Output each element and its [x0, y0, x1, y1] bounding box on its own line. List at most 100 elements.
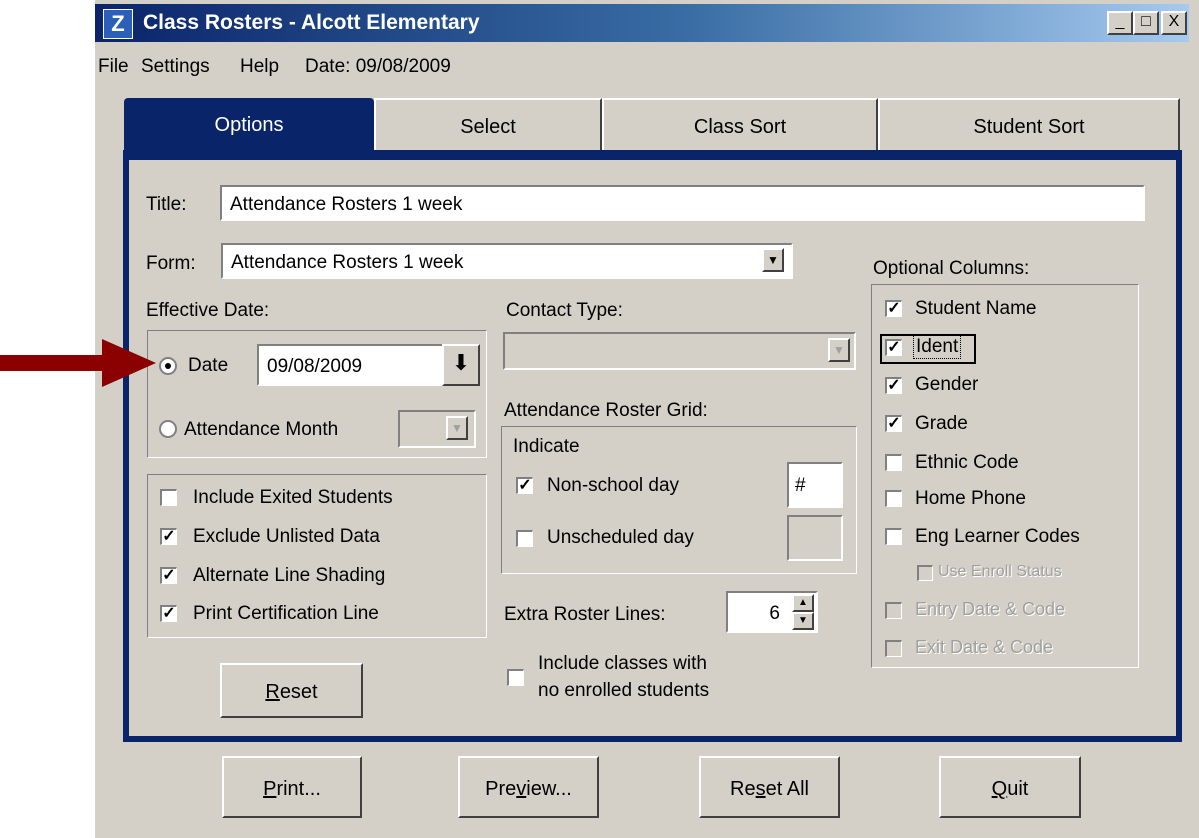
menu-file[interactable]: File: [98, 56, 129, 78]
tab-student-sort[interactable]: Student Sort: [878, 98, 1180, 152]
entry-date-code-label: Entry Date & Code: [915, 599, 1066, 619]
window-title: Class Rosters - Alcott Elementary: [143, 11, 480, 34]
grade-label: Grade: [915, 413, 968, 434]
exit-date-code-checkbox: [885, 640, 902, 657]
date-radio-label: Date: [188, 355, 229, 376]
non-school-symbol-value: #: [795, 475, 806, 496]
print-button-label: rint...: [276, 778, 321, 800]
include-exited-label: Include Exited Students: [193, 487, 393, 508]
reset-all-label-b: et All: [765, 778, 809, 800]
use-enroll-status-checkbox: [917, 565, 933, 581]
menu-settings[interactable]: Settings: [141, 56, 210, 78]
home-phone-label: Home Phone: [915, 488, 1026, 509]
grid-label: Attendance Roster Grid:: [504, 400, 708, 421]
include-exited-checkbox[interactable]: [160, 489, 177, 506]
menu-date: Date: 09/08/2009: [305, 56, 451, 77]
gender-label: Gender: [915, 374, 979, 395]
reset-button-label: eset: [279, 681, 318, 703]
non-school-day-label: Non-school day: [547, 475, 680, 496]
reset-access-key: R: [265, 681, 280, 703]
gender-checkbox[interactable]: ✓: [885, 377, 902, 394]
print-certification-label: Print Certification Line: [193, 603, 379, 624]
student-name-checkbox[interactable]: ✓: [885, 300, 902, 317]
reset-button[interactable]: Reset: [220, 663, 363, 718]
date-radio[interactable]: [159, 357, 177, 375]
date-input[interactable]: 09/08/2009: [257, 344, 447, 386]
attendance-month-radio[interactable]: [159, 420, 177, 438]
contact-type-select: [503, 332, 856, 370]
focus-rectangle: [880, 334, 976, 364]
app-logo-icon: Z: [103, 9, 133, 39]
exclude-unlisted-checkbox[interactable]: ✓: [160, 528, 177, 545]
date-picker-button[interactable]: ⬇: [442, 344, 480, 386]
pointer-arrow-icon: [0, 339, 156, 387]
minimize-button[interactable]: _: [1107, 11, 1133, 35]
spin-down-button[interactable]: ▼: [792, 612, 814, 630]
attendance-month-dropdown-button: ▼: [446, 416, 468, 440]
form-label: Form:: [146, 253, 196, 274]
extra-lines-label: Extra Roster Lines:: [504, 604, 666, 625]
student-name-label: Student Name: [915, 298, 1037, 319]
home-phone-checkbox[interactable]: [885, 490, 902, 507]
quit-button-label: uit: [1007, 778, 1029, 800]
unscheduled-symbol-input: [787, 515, 843, 561]
tab-options-label: Options: [214, 114, 284, 136]
grade-checkbox[interactable]: ✓: [885, 415, 902, 432]
unscheduled-day-checkbox[interactable]: [516, 530, 533, 547]
preview-label-a: Pre: [485, 778, 517, 800]
indicate-label: Indicate: [513, 436, 580, 457]
tab-class-sort-label: Class Sort: [693, 116, 787, 138]
title-label: Title:: [146, 194, 187, 215]
eng-learner-codes-checkbox[interactable]: [885, 528, 902, 545]
close-button[interactable]: X: [1161, 11, 1187, 35]
spin-up-button[interactable]: ▲: [792, 594, 814, 612]
tab-student-sort-label: Student Sort: [973, 116, 1085, 138]
optional-columns-label: Optional Columns:: [873, 258, 1030, 279]
print-certification-checkbox[interactable]: ✓: [160, 605, 177, 622]
include-classes-line1: Include classes with: [538, 653, 707, 674]
reset-all-button[interactable]: Reset All: [699, 756, 840, 818]
alternate-shading-label: Alternate Line Shading: [193, 565, 386, 586]
contact-type-label: Contact Type:: [506, 300, 623, 321]
contact-type-dropdown-button: ▼: [828, 338, 850, 362]
reset-all-access-key: s: [755, 778, 766, 800]
download-arrow-icon: ⬇: [451, 350, 471, 375]
non-school-day-checkbox[interactable]: ✓: [516, 477, 533, 494]
form-select-value: Attendance Rosters 1 week: [231, 252, 464, 273]
preview-label-b: iew...: [526, 778, 572, 800]
effective-date-label: Effective Date:: [146, 300, 270, 321]
include-classes-checkbox[interactable]: [507, 669, 524, 686]
exclude-unlisted-label: Exclude Unlisted Data: [193, 526, 380, 547]
maximize-button[interactable]: □: [1133, 11, 1159, 35]
form-dropdown-button[interactable]: ▼: [762, 248, 784, 272]
quit-access-key: Q: [991, 778, 1008, 800]
reset-all-label-a: Re: [730, 778, 756, 800]
print-button[interactable]: Print...: [222, 756, 362, 818]
include-classes-line2: no enrolled students: [538, 680, 710, 701]
tab-class-sort[interactable]: Class Sort: [602, 98, 878, 152]
attendance-month-label: Attendance Month: [184, 419, 339, 440]
menu-help[interactable]: Help: [240, 56, 279, 78]
exit-date-code-label: Exit Date & Code: [915, 637, 1054, 657]
tab-select[interactable]: Select: [374, 98, 602, 152]
tab-select-label: Select: [460, 116, 516, 138]
title-input-value: Attendance Rosters 1 week: [230, 194, 463, 215]
alternate-shading-checkbox[interactable]: ✓: [160, 567, 177, 584]
unscheduled-day-label: Unscheduled day: [547, 527, 694, 548]
ethnic-code-label: Ethnic Code: [915, 452, 1019, 473]
date-input-value: 09/08/2009: [267, 356, 363, 377]
title-input[interactable]: Attendance Rosters 1 week: [220, 185, 1145, 221]
quit-button[interactable]: Quit: [939, 756, 1081, 818]
extra-lines-value: 6: [769, 603, 780, 624]
ethnic-code-checkbox[interactable]: [885, 454, 902, 471]
eng-learner-codes-label: Eng Learner Codes: [915, 526, 1080, 547]
print-access-key: P: [263, 778, 277, 800]
preview-access-key: v: [516, 778, 527, 800]
tab-options[interactable]: Options: [124, 98, 374, 158]
entry-date-code-checkbox: [885, 602, 902, 619]
preview-button[interactable]: Preview...: [458, 756, 599, 818]
form-select[interactable]: Attendance Rosters 1 week: [221, 243, 793, 279]
non-school-symbol-input[interactable]: #: [787, 462, 843, 508]
use-enroll-status-label: Use Enroll Status: [938, 563, 1062, 580]
title-bar[interactable]: Z Class Rosters - Alcott Elementary _ □ …: [95, 4, 1189, 42]
